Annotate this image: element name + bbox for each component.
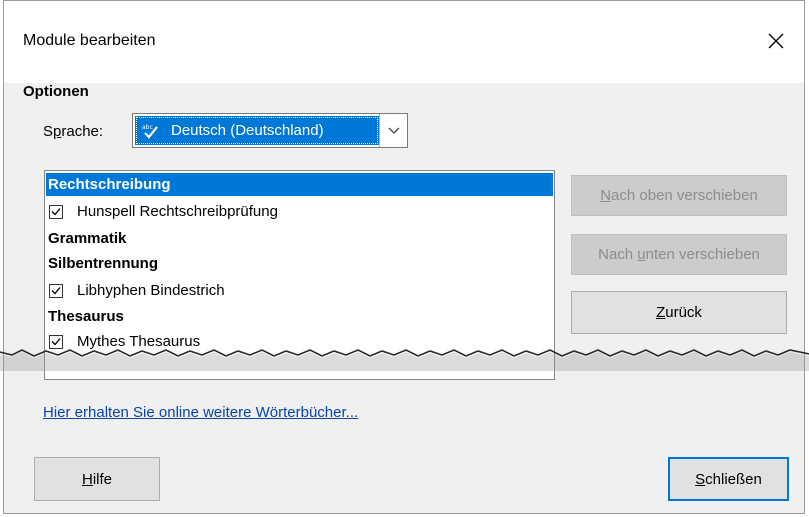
move-down-label: nten verschieben xyxy=(645,246,760,263)
language-label-rest: rache: xyxy=(61,123,104,140)
spellcheck-icon: abc xyxy=(141,122,163,140)
module-label: Libhyphen Bindestrich xyxy=(77,282,225,299)
close-icon[interactable] xyxy=(758,23,794,59)
module-edit-dialog: Module bearbeiten Optionen Sprache: abc … xyxy=(3,0,805,514)
online-dictionaries-link[interactable]: Hier erhalten Sie online weitere Wörterb… xyxy=(43,404,358,421)
move-up-accel: N xyxy=(600,187,612,204)
help-button[interactable]: Hilfe xyxy=(34,457,160,501)
close-label: chließen xyxy=(705,470,762,488)
module-label: Hunspell Rechtschreibprüfung xyxy=(77,203,278,220)
checkmark-icon xyxy=(51,208,61,216)
options-header: Optionen xyxy=(23,83,89,100)
move-up-label: ach oben verschieben xyxy=(611,187,758,204)
dialog-title: Module bearbeiten xyxy=(23,32,156,49)
move-down-button[interactable]: Nach u nten verschieben xyxy=(571,234,787,275)
list-category-spelling[interactable]: Rechtschreibung xyxy=(46,173,553,196)
move-up-button[interactable]: Nach oben verschieben xyxy=(571,175,787,216)
language-value-text: Deutsch (Deutschland) xyxy=(171,122,324,139)
checkmark-icon xyxy=(51,287,61,295)
svg-text:abc: abc xyxy=(142,124,153,131)
list-category-thesaurus[interactable]: Thesaurus xyxy=(46,305,553,328)
language-label: Sprache: xyxy=(43,123,103,140)
back-button[interactable]: Zurück xyxy=(571,291,787,334)
category-label: Grammatik xyxy=(48,230,127,247)
back-accel: Z xyxy=(656,304,666,321)
list-category-hyphenation[interactable]: Silbentrennung xyxy=(46,252,553,275)
list-item-hunspell[interactable]: Hunspell Rechtschreibprüfung xyxy=(46,200,553,223)
help-accel: H xyxy=(81,470,93,488)
chevron-down-icon[interactable] xyxy=(379,114,407,147)
close-x-glyph xyxy=(768,33,784,49)
checkbox-hunspell[interactable] xyxy=(49,204,63,219)
category-label: Silbentrennung xyxy=(48,255,158,272)
title-bar: Module bearbeiten xyxy=(4,1,804,83)
torn-edge-divider xyxy=(0,349,809,371)
language-label-prefix: S xyxy=(43,123,54,140)
close-accel: S xyxy=(695,470,706,488)
close-button[interactable]: Schließen xyxy=(668,457,789,501)
list-item-libhyphen[interactable]: Libhyphen Bindestrich xyxy=(46,279,553,302)
category-label: Thesaurus xyxy=(48,308,124,325)
move-down-pre: Nach xyxy=(598,246,638,263)
category-label: Rechtschreibung xyxy=(48,176,171,193)
checkbox-libhyphen[interactable] xyxy=(49,283,63,298)
help-label: ilfe xyxy=(92,470,113,488)
back-label: urück xyxy=(665,304,702,321)
language-selected-value: abc Deutsch (Deutschland) xyxy=(135,116,379,145)
list-category-grammar[interactable]: Grammatik xyxy=(46,227,553,250)
move-down-accel: u xyxy=(637,246,646,263)
language-dropdown[interactable]: abc Deutsch (Deutschland) xyxy=(132,113,408,148)
